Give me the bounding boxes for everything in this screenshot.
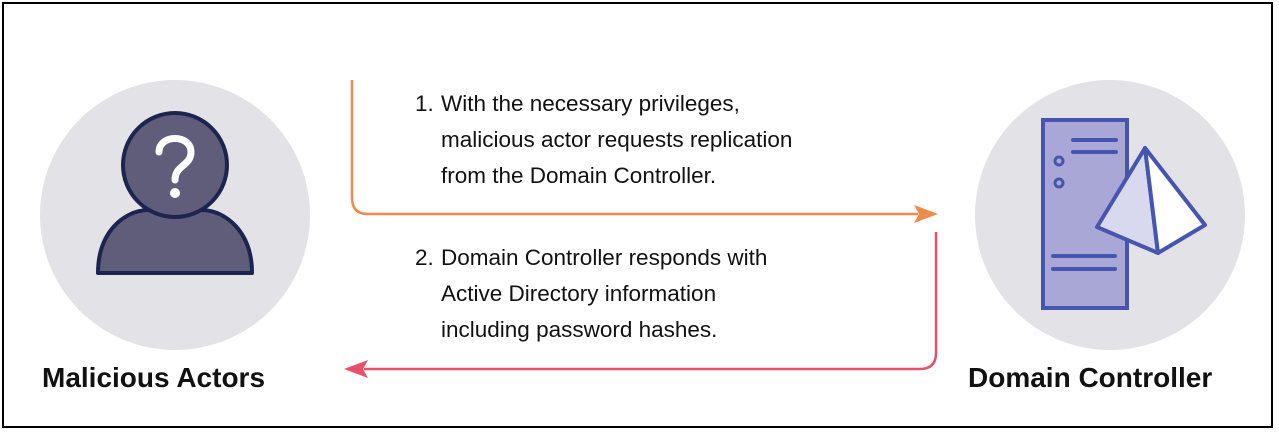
step-1-number: 1. xyxy=(415,91,434,116)
malicious-actors-label: Malicious Actors xyxy=(42,362,266,393)
step-2-text: 2. Domain Controller responds with Activ… xyxy=(415,240,767,348)
step-1-line-2: malicious actor requests replication xyxy=(441,127,793,152)
domain-controller-label: Domain Controller xyxy=(968,362,1213,393)
step-1-line-1: With the necessary privileges, xyxy=(441,91,740,116)
step-2-line-2: Active Directory information xyxy=(441,281,717,306)
step-2-number: 2. xyxy=(415,245,434,270)
step-2-line-1: Domain Controller responds with xyxy=(441,245,768,270)
step-1-text: 1. With the necessary privileges, malici… xyxy=(415,86,792,194)
step-2-line-3: including password hashes. xyxy=(441,317,718,342)
step-1-line-3: from the Domain Controller. xyxy=(441,163,717,188)
